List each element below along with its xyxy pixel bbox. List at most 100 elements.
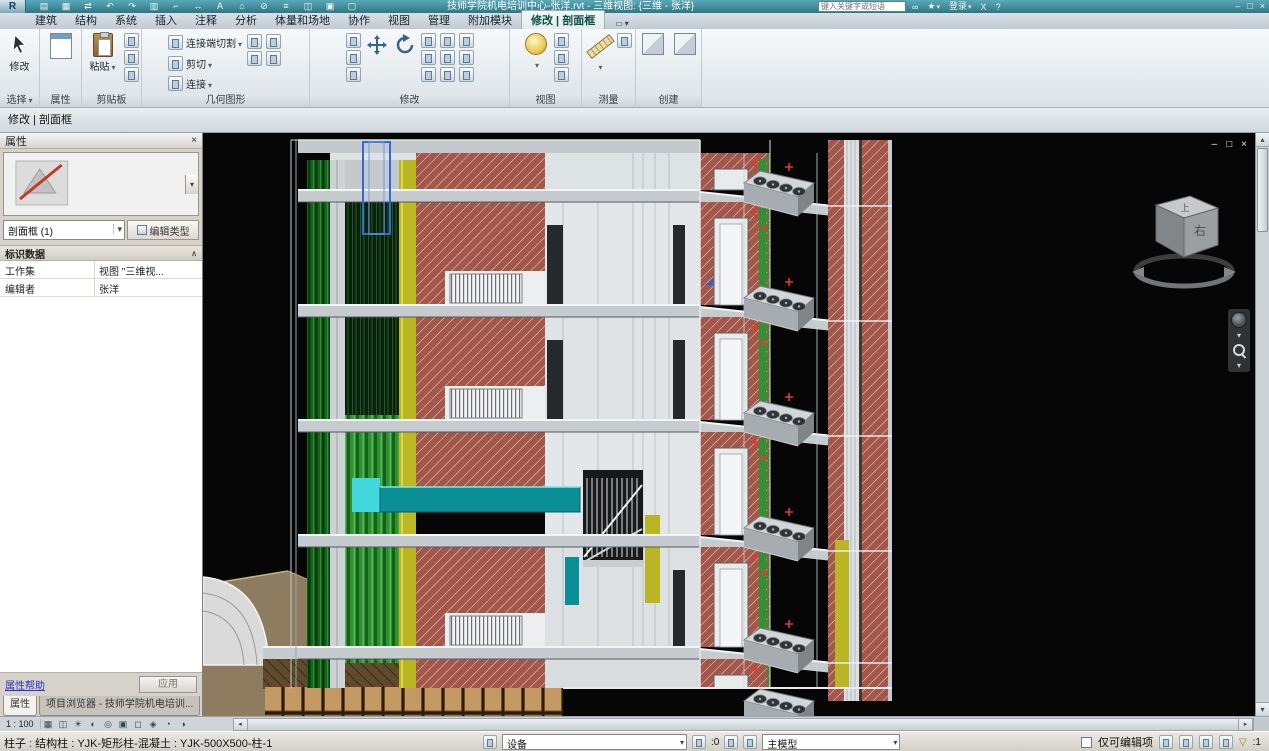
crop-view-icon[interactable]: ▣ — [116, 719, 131, 730]
press-drag-icon[interactable] — [1179, 735, 1193, 749]
close-button[interactable]: × — [1260, 0, 1265, 13]
join-geometry-button[interactable]: 连接 — [168, 74, 242, 93]
scroll-down-icon[interactable]: ▾ — [1256, 702, 1269, 716]
zoom-dropdown-icon[interactable]: ▾ — [1237, 362, 1241, 369]
tab-analyze[interactable]: 分析 — [226, 11, 266, 29]
beam-joins-icon[interactable] — [266, 34, 281, 49]
tab-properties-palette[interactable]: 属性 — [3, 696, 37, 716]
properties-button[interactable] — [43, 33, 78, 93]
property-row-workset[interactable]: 工作集 视图 "三维视... — [0, 261, 202, 279]
wheel-dropdown-icon[interactable]: ▾ — [1237, 332, 1241, 339]
property-row-edited-by[interactable]: 编辑者 张洋 — [0, 279, 202, 297]
cut-geometry-button[interactable]: 剪切 — [168, 54, 242, 73]
worksets-icon[interactable] — [483, 735, 497, 749]
select-pinned-icon[interactable] — [1219, 735, 1233, 749]
search-icon[interactable]: ∞ — [912, 1, 918, 14]
vertical-scroll-thumb[interactable] — [1257, 148, 1268, 232]
viewcube[interactable]: 上 右 — [1128, 185, 1240, 303]
help-icon[interactable]: ? — [996, 1, 1001, 14]
tab-manage[interactable]: 管理 — [419, 11, 459, 29]
measure-button[interactable] — [586, 33, 614, 93]
modify-tool-button[interactable]: 修改 — [3, 33, 36, 93]
edit-type-button[interactable]: 编辑类型 — [127, 220, 199, 240]
rotate-icon[interactable] — [393, 33, 417, 57]
collapse-section-icon[interactable]: ∧ — [191, 249, 197, 258]
active-workset-combobox[interactable]: 设备 — [502, 734, 687, 750]
type-selector-arrow[interactable]: ▾ — [185, 175, 198, 194]
scroll-up-icon[interactable]: ▴ — [1256, 133, 1269, 147]
editable-only-checkbox[interactable] — [1081, 737, 1092, 748]
wall-joins-icon[interactable] — [247, 34, 262, 49]
detail-level-icon[interactable]: ▦ — [41, 719, 56, 730]
horizontal-scroll-thumb[interactable] — [248, 719, 1238, 730]
design-options-edit-icon[interactable] — [743, 735, 757, 749]
match-type-icon[interactable] — [124, 67, 139, 82]
tab-structure[interactable]: 结构 — [66, 11, 106, 29]
shadows-icon[interactable]: ◐ — [86, 719, 101, 729]
move-icon[interactable] — [365, 33, 389, 57]
offset-icon[interactable] — [346, 50, 361, 65]
sun-path-icon[interactable]: ☀ — [71, 719, 86, 730]
demolish-icon[interactable] — [266, 51, 281, 66]
properties-palette-titlebar[interactable]: 属性 × — [0, 133, 202, 149]
vertical-scrollbar[interactable]: ▴ ▾ — [1255, 133, 1269, 716]
cut-icon[interactable] — [124, 33, 139, 48]
properties-help-link[interactable]: 属性帮助 — [5, 677, 45, 692]
horizontal-scrollbar[interactable] — [233, 718, 1253, 731]
tab-architecture[interactable]: 建筑 — [26, 11, 66, 29]
delete-icon[interactable] — [459, 50, 474, 65]
property-value[interactable]: 视图 "三维视... — [95, 261, 202, 278]
zoom-icon[interactable] — [1232, 343, 1247, 358]
unpin-icon[interactable] — [459, 33, 474, 48]
minimize-button[interactable]: – — [1235, 0, 1240, 13]
pin-icon[interactable] — [440, 67, 455, 82]
tab-massing-site[interactable]: 体量和场地 — [266, 11, 339, 29]
exclude-options-icon[interactable] — [1159, 735, 1173, 749]
hide-isolate-icon[interactable]: ◔ — [161, 719, 176, 729]
tab-view[interactable]: 视图 — [379, 11, 419, 29]
create-similar-button[interactable] — [672, 33, 698, 93]
subscription-star-icon[interactable]: ★ — [927, 0, 940, 14]
close-icon[interactable]: × — [191, 135, 197, 146]
identity-data-header[interactable]: 标识数据 ∧ — [0, 245, 202, 261]
trim-icon[interactable] — [421, 33, 436, 48]
design-options-icon[interactable] — [724, 735, 738, 749]
tab-modify-section-box[interactable]: 修改 | 剖面框 — [521, 10, 605, 29]
filter-icon[interactable]: ▽ — [1239, 737, 1247, 748]
visibility-button[interactable] — [522, 33, 550, 93]
search-input[interactable] — [818, 1, 906, 12]
tab-systems[interactable]: 系统 — [106, 11, 146, 29]
dimension-icon[interactable] — [617, 33, 632, 48]
array-icon[interactable] — [421, 67, 436, 82]
copy-icon[interactable] — [124, 50, 139, 65]
ribbon-display-toggle[interactable] — [611, 18, 633, 29]
reveal-hidden-icon[interactable]: ◑ — [176, 719, 191, 729]
tab-collaborate[interactable]: 协作 — [339, 11, 379, 29]
tab-project-browser[interactable]: 项目浏览器 - 技师学院机电培训... — [39, 696, 200, 716]
paste-button[interactable]: 粘贴 — [85, 33, 121, 93]
scroll-right-icon[interactable] — [1238, 719, 1252, 730]
tab-annotate[interactable]: 注释 — [186, 11, 226, 29]
unlocked-view-icon[interactable]: ◈ — [146, 719, 161, 730]
apply-button[interactable]: 应用 — [139, 676, 197, 693]
split-icon[interactable] — [421, 50, 436, 65]
create-group-button[interactable] — [640, 33, 666, 93]
maximize-button[interactable]: □ — [1247, 0, 1252, 13]
join-end-cut-button[interactable]: 连接端切割 — [168, 33, 242, 52]
tab-addins[interactable]: 附加模块 — [459, 11, 521, 29]
extend-icon[interactable] — [459, 67, 474, 82]
exchange-apps-icon[interactable]: X — [981, 1, 987, 14]
panel-label-select[interactable]: 选择 — [0, 94, 39, 107]
application-menu-button[interactable]: R — [0, 0, 26, 13]
mirror-icon[interactable] — [346, 67, 361, 82]
property-value[interactable]: 张洋 — [95, 279, 202, 296]
scale-button[interactable]: 1 : 100 — [0, 719, 41, 729]
steering-wheel-icon[interactable] — [1231, 312, 1247, 328]
drawing-area[interactable]: 上 右 ▾ ▾ – □ × ▴ ▾ — [203, 133, 1269, 716]
scale-icon[interactable] — [440, 50, 455, 65]
view-restore-button[interactable]: □ — [1226, 140, 1232, 150]
split-face-icon[interactable] — [247, 51, 262, 66]
visual-style-icon[interactable]: ◫ — [56, 719, 71, 730]
show-crop-icon[interactable]: ◻ — [131, 719, 146, 730]
select-links-icon[interactable] — [1199, 735, 1213, 749]
